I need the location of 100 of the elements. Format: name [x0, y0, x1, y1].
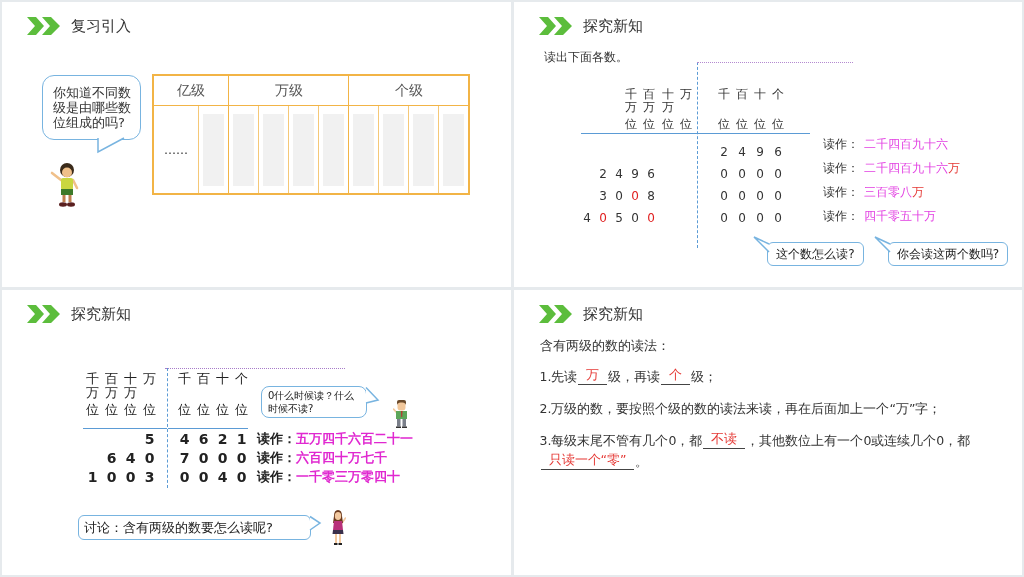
- digit: 2: [598, 167, 608, 181]
- place-suffix: 位: [105, 402, 118, 417]
- digit: 0: [197, 468, 210, 485]
- bubble-text: 你会读这两个数吗?: [896, 246, 999, 262]
- place-name: 百: [197, 372, 210, 387]
- reading-value: 五万四千六百二十一: [296, 429, 413, 448]
- digit: 6: [197, 430, 210, 447]
- digit: 0: [646, 211, 656, 225]
- digit: 0: [719, 211, 729, 225]
- place-name: 个: [235, 372, 248, 387]
- place-suffix: 位: [235, 402, 248, 417]
- place-suffix: 位: [643, 117, 655, 131]
- digit: 0: [197, 449, 210, 466]
- place-name: 百万: [643, 88, 655, 115]
- digit: 0: [719, 189, 729, 203]
- digit: 0: [124, 468, 137, 485]
- digit: 4: [737, 145, 747, 159]
- digit: 0: [235, 468, 248, 485]
- digit: 1: [235, 430, 248, 447]
- digit: 0: [773, 211, 783, 225]
- place-suffix: 位: [772, 117, 784, 131]
- fill-in-blank: 个: [661, 366, 691, 385]
- place-suffix: 位: [736, 117, 748, 131]
- digit: 0: [598, 211, 608, 225]
- place-name: 十万: [661, 88, 674, 115]
- double-chevron-icon: [538, 17, 572, 35]
- digit: 0: [737, 189, 747, 203]
- place-name: 百: [736, 88, 748, 102]
- boy-figure-icon: [50, 161, 80, 207]
- digit: 4: [614, 167, 624, 181]
- place-name: 千万: [86, 372, 99, 401]
- reading-value: 四千零五十万: [864, 207, 936, 225]
- reading-label: 读作：: [257, 429, 296, 448]
- place-suffix: 位: [124, 402, 137, 417]
- place-name: 千万: [624, 88, 637, 115]
- digit: 5: [143, 430, 156, 447]
- digit: 1: [86, 468, 99, 485]
- digit: 0: [755, 167, 765, 181]
- rule-text: 级；: [691, 368, 718, 386]
- reading-label: 读作：: [823, 207, 859, 225]
- digit: 0: [235, 449, 248, 466]
- digit: 0: [143, 449, 156, 466]
- digit: 6: [773, 145, 783, 159]
- reading-value: 二千四百九十六万: [864, 159, 960, 177]
- rule-text: 3.每级末尾不管有几个0，都: [539, 432, 703, 450]
- rule-text: 2.万级的数，要按照个级的数的读法来读，再在后面加上一个“万”字；: [539, 400, 942, 418]
- fill-in-blank: 不读: [703, 430, 746, 449]
- double-chevron-icon: [27, 17, 60, 35]
- place-name: 万: [680, 88, 692, 102]
- bubble-text: 你知道不同数级是由哪些数位组成的吗?: [53, 85, 132, 130]
- digit: 2: [216, 430, 229, 447]
- digit: 7: [178, 449, 191, 466]
- bubble-text: 这个数怎么读?: [776, 246, 855, 262]
- slide-title: 探究新知: [582, 17, 643, 35]
- digit: 0: [737, 211, 747, 225]
- place-suffix: 位: [197, 402, 210, 417]
- place-name: 千: [718, 88, 730, 102]
- digit: 6: [105, 449, 118, 466]
- reading-value: 六百四十万七千: [296, 448, 387, 467]
- fill-in-blank: 万: [578, 366, 608, 385]
- reading-value: 一千零三万零四十: [296, 467, 400, 486]
- digit: 0: [773, 189, 783, 203]
- place-suffix: 位: [661, 117, 674, 131]
- digit: 0: [773, 167, 783, 181]
- digit: 4: [216, 468, 229, 485]
- digit: 0: [630, 189, 640, 203]
- place-name: 十万: [124, 372, 137, 401]
- place-name: 万: [143, 372, 156, 387]
- digit: 4: [124, 449, 137, 466]
- reading-label: 读作：: [823, 183, 859, 201]
- bubble-text: 0什么时候读？什么时候不读?: [268, 389, 356, 415]
- digit: 3: [598, 189, 608, 203]
- place-name: 百万: [105, 372, 118, 401]
- instruction-text: 读出下面各数。: [543, 49, 628, 65]
- man-figure-icon: [393, 400, 409, 428]
- place-suffix: 位: [624, 117, 637, 131]
- digit: 3: [143, 468, 156, 485]
- place-name: 十: [216, 372, 229, 387]
- digit: 0: [737, 167, 747, 181]
- place-suffix: 位: [178, 402, 191, 417]
- digit: 9: [630, 167, 640, 181]
- fill-in-blank: 只读一个“零”: [540, 451, 635, 470]
- rule-text: 。: [635, 453, 649, 471]
- digit: 9: [755, 145, 765, 159]
- reading-value: 三百零八万: [864, 183, 924, 201]
- level-header: 亿级: [177, 81, 205, 100]
- rule-text: 级，再读: [608, 368, 661, 386]
- place-suffix: 位: [680, 117, 692, 131]
- digit: 0: [755, 211, 765, 225]
- digit: 4: [582, 211, 592, 225]
- digit: 0: [105, 468, 118, 485]
- digit: 0: [630, 211, 640, 225]
- place-name: 个: [772, 88, 784, 102]
- reading-label: 读作：: [257, 448, 296, 467]
- bubble-text: 讨论：含有两级的数要怎么读呢?: [84, 519, 273, 537]
- level-header: 万级: [274, 81, 303, 100]
- digit: 0: [614, 189, 624, 203]
- place-suffix: 位: [216, 402, 229, 417]
- reading-label: 读作：: [823, 135, 859, 153]
- digit: 0: [755, 189, 765, 203]
